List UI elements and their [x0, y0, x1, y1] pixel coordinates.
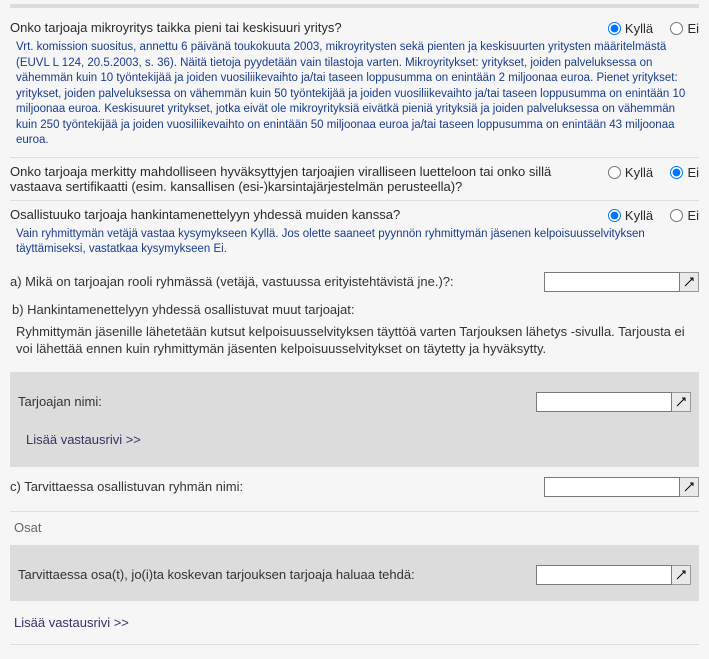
- field-bidder-name-control: [536, 392, 691, 412]
- question-group-yes-radio[interactable]: [608, 209, 621, 222]
- field-group-name-control: [544, 477, 699, 497]
- question-group-no-radio[interactable]: [670, 209, 683, 222]
- question-group-note: Vain ryhmittymän vetäjä vastaa kysymykse…: [16, 227, 699, 258]
- question-sme-options: Kyllä Ei: [594, 20, 699, 36]
- field-bidder-name: Tarjoajan nimi:: [18, 386, 691, 418]
- question-sme-yes[interactable]: Kyllä: [600, 21, 653, 36]
- field-other-bidders-label: b) Hankintamenettelyyn yhdessä osallistu…: [10, 298, 699, 319]
- field-other-bidders-info: Ryhmittymän jäsenille lähetetään kutsut …: [10, 319, 699, 368]
- add-parts-row[interactable]: Lisää vastausrivi >>: [14, 615, 129, 630]
- expand-icon[interactable]: [680, 477, 699, 497]
- expand-icon[interactable]: [672, 392, 691, 412]
- expand-icon[interactable]: [680, 272, 699, 292]
- question-sme-no-radio[interactable]: [670, 22, 683, 35]
- question-group-yes[interactable]: Kyllä: [600, 208, 653, 223]
- section-parts-title: Osat: [10, 512, 699, 541]
- field-parts-label: Tarvittaessa osa(t), jo(i)ta koskevan ta…: [18, 567, 536, 582]
- question-officiallist-no-radio[interactable]: [670, 166, 683, 179]
- field-role: a) Mikä on tarjoajan rooli ryhmässä (vet…: [10, 266, 699, 298]
- question-group: Osallistuuko tarjoaja hankintamenettelyy…: [10, 201, 699, 227]
- question-group-no[interactable]: Ei: [662, 208, 699, 223]
- field-group-name-input[interactable]: [544, 477, 680, 497]
- panel-parts: Tarvittaessa osa(t), jo(i)ta koskevan ta…: [10, 545, 699, 601]
- question-sme: Onko tarjoaja mikroyritys taikka pieni t…: [10, 14, 699, 40]
- question-group-text: Osallistuuko tarjoaja hankintamenettelyy…: [10, 207, 594, 222]
- question-sme-note: Vrt. komission suositus, annettu 6 päivä…: [16, 40, 699, 149]
- field-parts: Tarvittaessa osa(t), jo(i)ta koskevan ta…: [18, 559, 691, 591]
- question-sme-yes-radio[interactable]: [608, 22, 621, 35]
- field-group-name: c) Tarvittaessa osallistuvan ryhmän nimi…: [10, 467, 699, 503]
- question-officiallist-yes[interactable]: Kyllä: [600, 165, 653, 180]
- expand-icon[interactable]: [672, 565, 691, 585]
- field-bidder-name-input[interactable]: [536, 392, 672, 412]
- question-sme-no[interactable]: Ei: [662, 21, 699, 36]
- question-officiallist-options: Kyllä Ei: [594, 164, 699, 180]
- field-group-name-label: c) Tarvittaessa osallistuvan ryhmän nimi…: [10, 479, 544, 494]
- question-officiallist: Onko tarjoaja merkitty mahdolliseen hyvä…: [10, 158, 699, 198]
- question-officiallist-text: Onko tarjoaja merkitty mahdolliseen hyvä…: [10, 164, 594, 194]
- question-group-options: Kyllä Ei: [594, 207, 699, 223]
- add-bidder-row[interactable]: Lisää vastausrivi >>: [26, 432, 141, 447]
- field-bidder-name-label: Tarjoajan nimi:: [18, 394, 536, 409]
- question-officiallist-yes-radio[interactable]: [608, 166, 621, 179]
- field-parts-input[interactable]: [536, 565, 672, 585]
- question-officiallist-no[interactable]: Ei: [662, 165, 699, 180]
- field-role-input[interactable]: [544, 272, 680, 292]
- field-role-control: [544, 272, 699, 292]
- field-parts-control: [536, 565, 691, 585]
- panel-other-bidder: Tarjoajan nimi: Lisää vastausrivi >>: [10, 372, 699, 467]
- question-sme-text: Onko tarjoaja mikroyritys taikka pieni t…: [10, 20, 594, 35]
- field-role-label: a) Mikä on tarjoajan rooli ryhmässä (vet…: [10, 274, 544, 289]
